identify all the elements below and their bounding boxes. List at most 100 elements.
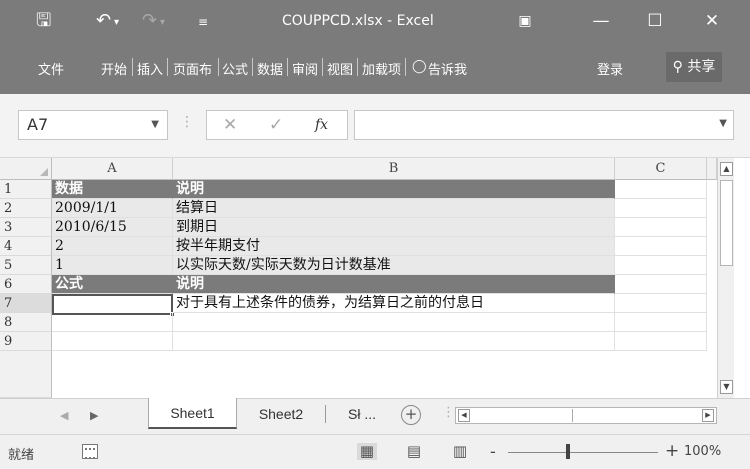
horizontal-scrollbar[interactable]: ◀ ▶ — [455, 407, 717, 424]
normal-view-icon[interactable]: ▦ — [357, 443, 377, 460]
column-header-next[interactable] — [707, 158, 717, 180]
page-layout-view-icon[interactable]: ▤ — [404, 443, 424, 460]
cell-c9[interactable] — [615, 332, 707, 351]
row-header[interactable]: 4 — [0, 237, 52, 256]
status-bar: 就绪 ▦ ▤ ▥ - + 100% — [0, 434, 750, 469]
cell-a8[interactable] — [52, 313, 173, 332]
scroll-thumb[interactable] — [473, 409, 573, 422]
row-header[interactable]: 5 — [0, 256, 52, 275]
tab-home[interactable]: 开始 — [101, 59, 127, 78]
login-link[interactable]: 登录 — [597, 59, 623, 78]
vertical-scrollbar[interactable]: ▲ ▼ — [717, 158, 734, 398]
save-icon[interactable]: 🖫 — [36, 10, 51, 32]
cell-c6[interactable] — [615, 275, 707, 294]
redo-dropdown-icon[interactable]: ▾ — [160, 12, 165, 34]
cell-c7[interactable] — [615, 294, 707, 313]
cell-a3[interactable]: 2010/6/15 — [52, 218, 173, 237]
sheet-tab-sheet2[interactable]: Sheet2 — [242, 399, 320, 429]
cell-b8[interactable] — [173, 313, 615, 332]
cell-c3[interactable] — [615, 218, 707, 237]
row-header[interactable]: 2 — [0, 199, 52, 218]
cell-a1[interactable]: 数据 — [52, 180, 173, 199]
scroll-thumb[interactable] — [720, 180, 733, 266]
drag-handle-icon[interactable]: ⋮ — [442, 405, 455, 420]
share-button[interactable]: ⚲ 共享 — [666, 52, 722, 82]
enter-icon[interactable]: ✓ — [269, 115, 283, 135]
row-header[interactable]: 3 — [0, 218, 52, 237]
chevron-down-icon[interactable]: ▼ — [719, 118, 727, 129]
row-header[interactable]: 6 — [0, 275, 52, 294]
cell-a9[interactable] — [52, 332, 173, 351]
tab-insert[interactable]: 插入 — [137, 59, 163, 78]
ribbon-display-icon[interactable]: ▣ — [510, 10, 540, 32]
cell-c8[interactable] — [615, 313, 707, 332]
cell-b3[interactable]: 到期日 — [173, 218, 615, 237]
cell-b4[interactable]: 按半年期支付 — [173, 237, 615, 256]
scroll-down-icon[interactable]: ▼ — [720, 380, 733, 394]
close-icon[interactable]: ✕ — [697, 10, 727, 32]
row-header[interactable]: 1 — [0, 180, 52, 199]
formula-buttons: ✕ ✓ fx — [206, 110, 348, 140]
prev-sheet-icon[interactable]: ◀ — [60, 409, 68, 422]
cell-c4[interactable] — [615, 237, 707, 256]
row-header[interactable]: 8 — [0, 313, 52, 332]
tab-page-layout[interactable]: 页面布 — [173, 59, 212, 78]
cell-c1[interactable] — [615, 180, 707, 199]
tab-review[interactable]: 审阅 — [292, 59, 318, 78]
page-break-view-icon[interactable]: ▥ — [450, 443, 470, 460]
name-box[interactable]: A7 ▼ — [18, 110, 168, 140]
select-all-button[interactable] — [0, 158, 52, 180]
cell-b5[interactable]: 以实际天数/实际天数为日计数基准 — [173, 256, 615, 275]
cell-a6[interactable]: 公式 — [52, 275, 173, 294]
column-header-c[interactable]: C — [615, 158, 707, 180]
cell-c5[interactable] — [615, 256, 707, 275]
drag-handle-icon[interactable]: ⋮ — [180, 114, 194, 130]
cell-b6[interactable]: 说明 — [173, 275, 615, 294]
sheet-tab-more[interactable]: Sł ... — [331, 399, 393, 429]
undo-icon[interactable]: ↶ — [96, 10, 111, 32]
cancel-icon[interactable]: ✕ — [223, 115, 237, 135]
tab-file[interactable]: 文件 — [38, 59, 64, 78]
chevron-down-icon[interactable]: ▼ — [151, 111, 159, 139]
cell-a2[interactable]: 2009/1/1 — [52, 199, 173, 218]
zoom-level[interactable]: 100% — [684, 444, 721, 459]
zoom-slider-thumb[interactable] — [566, 444, 570, 459]
row-header[interactable]: 9 — [0, 332, 52, 351]
customize-qat-icon[interactable]: ≡ — [198, 11, 208, 33]
scroll-right-icon[interactable]: ▶ — [702, 409, 714, 422]
row-header[interactable] — [0, 351, 52, 398]
insert-function-button[interactable]: fx — [315, 117, 328, 133]
cell-b9[interactable] — [173, 332, 615, 351]
tab-data[interactable]: 数据 — [257, 59, 283, 78]
cell-b7[interactable]: 对于具有上述条件的债券，为结算日之前的付息日 — [173, 294, 615, 313]
tab-addins[interactable]: 加载项 — [362, 59, 401, 78]
cell-a7-selected[interactable] — [52, 294, 173, 315]
cell-a5[interactable]: 1 — [52, 256, 173, 275]
minimize-icon[interactable]: — — [586, 10, 616, 32]
tab-separator — [322, 58, 323, 76]
zoom-slider[interactable] — [508, 452, 658, 453]
scroll-left-icon[interactable]: ◀ — [458, 409, 470, 422]
macro-record-icon[interactable] — [82, 444, 98, 459]
cell-a4[interactable]: 2 — [52, 237, 173, 256]
redo-icon[interactable]: ↷ — [142, 10, 157, 32]
formula-input[interactable]: ▼ — [354, 110, 734, 140]
tab-formulas[interactable]: 公式 — [222, 59, 248, 78]
undo-dropdown-icon[interactable]: ▾ — [114, 12, 119, 34]
zoom-in-button[interactable]: + — [665, 441, 679, 461]
next-sheet-icon[interactable]: ▶ — [90, 409, 98, 422]
zoom-out-button[interactable]: - — [490, 442, 496, 461]
tab-separator — [357, 58, 358, 76]
column-header-a[interactable]: A — [52, 158, 173, 180]
scroll-up-icon[interactable]: ▲ — [720, 162, 733, 176]
cell-c2[interactable] — [615, 199, 707, 218]
tab-view[interactable]: 视图 — [327, 59, 353, 78]
add-sheet-icon[interactable]: + — [401, 405, 421, 425]
row-header[interactable]: 7 — [0, 294, 52, 313]
column-header-b[interactable]: B — [173, 158, 615, 180]
cell-b1[interactable]: 说明 — [173, 180, 615, 199]
maximize-icon[interactable]: ☐ — [640, 10, 670, 32]
tell-me-box[interactable]: 告诉我 — [428, 59, 467, 78]
cell-b2[interactable]: 结算日 — [173, 199, 615, 218]
sheet-tab-sheet1[interactable]: Sheet1 — [148, 398, 237, 429]
